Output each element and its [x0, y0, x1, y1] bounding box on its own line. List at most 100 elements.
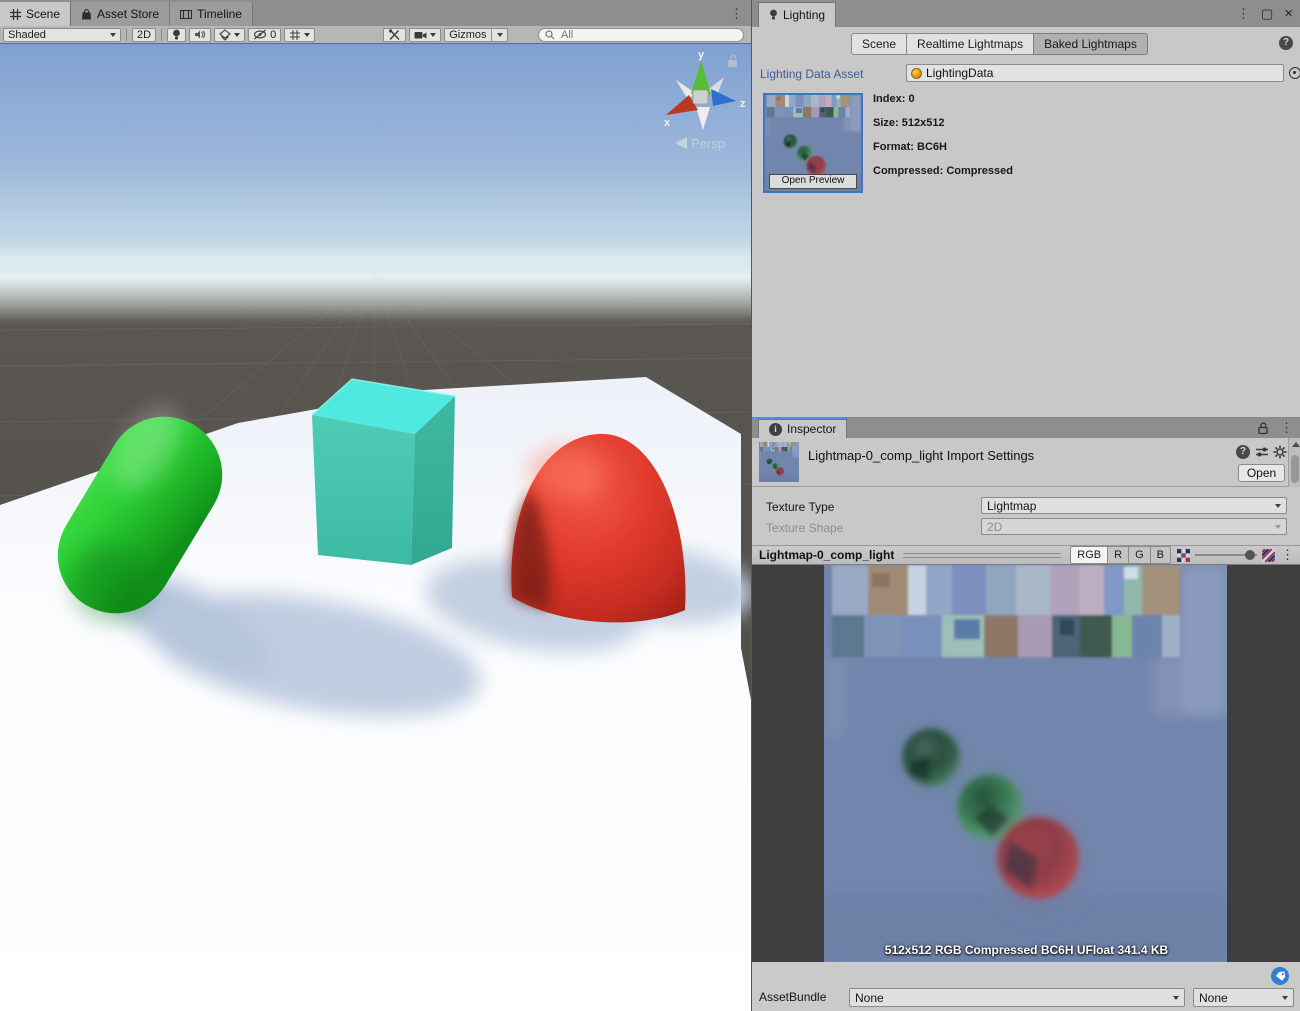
channel-g-button[interactable]: G [1128, 546, 1151, 564]
scene-visibility-toggle[interactable]: 0 [248, 28, 281, 42]
gizmos-dropdown[interactable]: Gizmos [444, 28, 508, 42]
scene-tabbar: Scene Asset Store Timeline ⋮ [0, 0, 751, 26]
shopping-bag-icon [81, 9, 92, 20]
tab-label: Timeline [197, 7, 242, 21]
tab-lighting-scene[interactable]: Scene [851, 33, 907, 55]
tab-label: Scene [862, 37, 896, 51]
tab-lighting[interactable]: Lighting [758, 2, 836, 27]
grid-visibility-dropdown[interactable] [284, 28, 315, 42]
asset-bundle-value: None [855, 991, 884, 1005]
tab-realtime-lightmaps[interactable]: Realtime Lightmaps [906, 33, 1034, 55]
object-picker-icon[interactable] [1289, 67, 1300, 79]
gizmo-y-label[interactable]: y [698, 49, 705, 61]
open-button[interactable]: Open [1238, 464, 1285, 482]
inspector-header: Lightmap-0_comp_light Import Settings ? … [752, 438, 1300, 487]
effects-icon [219, 29, 231, 41]
horizon-fog [0, 240, 751, 320]
asset-bundle-label: AssetBundle [759, 990, 826, 1004]
cyan-cube[interactable] [312, 379, 455, 565]
asset-bundle-variant-dropdown[interactable]: None [1193, 988, 1294, 1007]
asset-labels-button[interactable] [1271, 967, 1289, 985]
texture-info-label: 512x512 RGB Compressed BC6H UFloat 341.4… [752, 943, 1300, 957]
separator [126, 29, 127, 41]
preview-menu-icon[interactable]: ⋮ [1281, 547, 1294, 563]
scene-effects-dropdown[interactable] [214, 28, 245, 42]
component-tools-button[interactable] [383, 28, 406, 42]
close-icon[interactable]: × [1284, 6, 1293, 21]
tab-scene[interactable]: Scene [0, 2, 71, 26]
tab-label: Realtime Lightmaps [917, 37, 1023, 51]
scene-lighting-toggle[interactable] [167, 28, 186, 42]
scene-window-menu-icon[interactable]: ⋮ [722, 2, 751, 26]
presets-icon[interactable] [1255, 445, 1269, 459]
chevron-down-icon [304, 33, 310, 37]
tag-icon [1275, 971, 1286, 982]
tab-label: Asset Store [97, 7, 159, 21]
gizmos-label: Gizmos [449, 29, 486, 41]
scene-pane: Scene Asset Store Timeline ⋮ Shaded 2D [0, 0, 751, 1011]
lightmap-index: Index: 0 [873, 93, 1013, 105]
search-input[interactable] [559, 28, 737, 42]
lightmap-format: Format: BC6H [873, 141, 1013, 153]
texture-preview-area[interactable]: 512x512 RGB Compressed BC6H UFloat 341.4… [752, 565, 1300, 962]
asset-bundle-variant-value: None [1199, 991, 1228, 1005]
hidden-count: 0 [270, 29, 276, 41]
open-preview-button[interactable]: Open Preview [769, 174, 857, 189]
camera-settings-dropdown[interactable] [409, 28, 441, 42]
slider-knob[interactable] [1245, 550, 1255, 560]
scroll-up-icon[interactable] [1292, 442, 1300, 447]
lighting-data-asset-field[interactable]: LightingData [906, 64, 1284, 82]
window-menu-icon[interactable]: ⋮ [1237, 6, 1250, 22]
scene-viewport[interactable]: y x z Persp [0, 44, 751, 1011]
chevron-down-icon [1282, 996, 1288, 1000]
channel-rgb-button[interactable]: RGB [1070, 546, 1108, 564]
preview-drag-handle[interactable] [903, 553, 1061, 558]
scene-audio-toggle[interactable] [189, 28, 211, 42]
focused-tab-indicator [752, 417, 848, 419]
2d-toggle-button[interactable]: 2D [132, 28, 156, 42]
channel-b-button[interactable]: B [1150, 546, 1171, 564]
tab-baked-lightmaps[interactable]: Baked Lightmaps [1033, 33, 1148, 55]
grid-snap-icon [289, 29, 301, 41]
texture-type-dropdown[interactable]: Lightmap [981, 497, 1287, 514]
channel-r-button[interactable]: R [1107, 546, 1129, 564]
tab-timeline[interactable]: Timeline [170, 2, 253, 26]
help-icon[interactable]: ? [1236, 445, 1250, 459]
lightmap-thumbnail[interactable]: Open Preview [763, 93, 863, 193]
channel-label: R [1114, 549, 1122, 561]
scene-search-field[interactable] [538, 28, 744, 42]
lightmap-info: Index: 0 Size: 512x512 Format: BC6H Comp… [873, 93, 1013, 189]
lighting-data-asset-value: LightingData [926, 66, 993, 80]
gizmo-x-label[interactable]: x [664, 117, 671, 129]
window-menu-icon[interactable]: ⋮ [1280, 420, 1293, 436]
lock-icon[interactable] [1258, 422, 1269, 434]
lighting-panel: Scene Realtime Lightmaps Baked Lightmaps… [752, 27, 1300, 417]
gizmo-center-cube[interactable] [693, 90, 708, 104]
tab-label: Scene [26, 7, 60, 21]
asset-title: Lightmap-0_comp_light Import Settings [808, 448, 1034, 463]
preview-header-bar: Lightmap-0_comp_light RGB R G B ⋮ [752, 545, 1300, 565]
maximize-icon[interactable]: ▢ [1261, 7, 1273, 20]
chevron-down-icon [430, 33, 436, 37]
lighting-data-asset-icon [911, 68, 922, 79]
gear-icon[interactable] [1273, 445, 1287, 459]
shading-mode-dropdown[interactable]: Shaded [3, 28, 121, 42]
scrollbar-thumb[interactable] [1291, 455, 1299, 483]
lighting-mode-tabs: Scene Realtime Lightmaps Baked Lightmaps [852, 33, 1148, 55]
tab-inspector[interactable]: i Inspector [758, 419, 847, 438]
mip-level-icon [1177, 549, 1190, 562]
help-icon[interactable]: ? [1279, 36, 1293, 50]
filter-mode-icon [1262, 549, 1275, 562]
inspector-tabbar: i Inspector ⋮ [752, 417, 1300, 438]
gizmo-z-label[interactable]: z [740, 98, 746, 110]
tab-label: Lighting [783, 8, 825, 22]
unity-editor: Scene Asset Store Timeline ⋮ Shaded 2D [0, 0, 1300, 1011]
inspector-panel: i Inspector ⋮ Lightmap-0_comp_light Impo… [752, 417, 1300, 1011]
lightmap-preview-image [824, 565, 1227, 962]
channel-label: B [1157, 549, 1164, 561]
asset-bundle-dropdown[interactable]: None [849, 988, 1185, 1007]
tab-asset-store[interactable]: Asset Store [71, 2, 170, 26]
mip-level-slider[interactable] [1195, 548, 1257, 562]
light-bulb-icon [172, 29, 181, 41]
texture-shape-value: 2D [987, 520, 1002, 534]
